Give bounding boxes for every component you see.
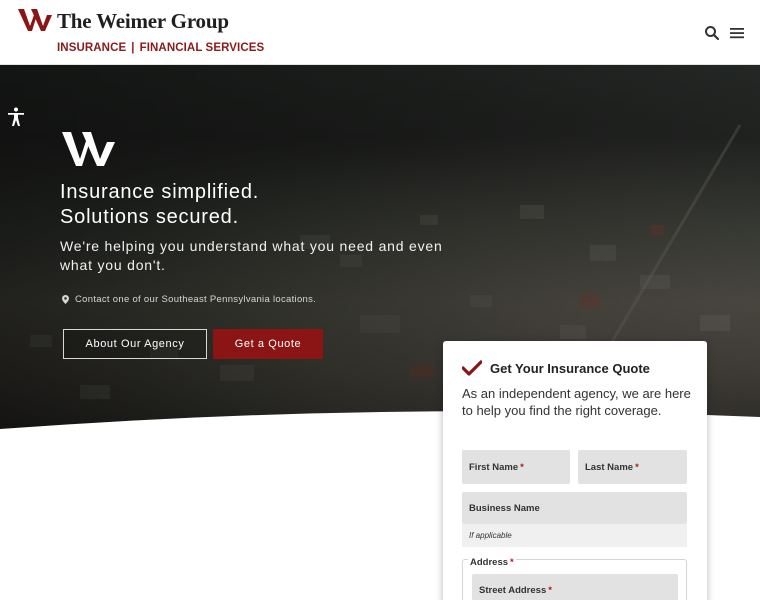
address-label: Address * <box>468 557 516 568</box>
first-name-label: First Name <box>469 461 519 473</box>
tagline-insurance: INSURANCE <box>57 42 127 54</box>
hero-headline-line2: Solutions secured. <box>60 206 239 228</box>
brand-tagline: INSURANCE | FINANCIAL SERVICES <box>57 42 264 54</box>
checkmark-icon <box>462 360 482 376</box>
required-mark: * <box>635 461 639 473</box>
tagline-separator: | <box>131 42 135 54</box>
street-address-field[interactable]: Street Address * <box>472 574 678 600</box>
business-name-field[interactable]: Business Name <box>462 492 687 524</box>
hero-w-logo-icon <box>62 132 115 166</box>
accessibility-icon[interactable] <box>5 106 27 128</box>
address-label-text: Address <box>470 557 509 568</box>
business-name-label: Business Name <box>469 502 540 514</box>
quote-form-title: Get Your Insurance Quote <box>462 360 650 376</box>
about-agency-button[interactable]: About Our Agency <box>63 329 207 359</box>
hero-headline-line1: Insurance simplified. <box>60 181 260 203</box>
quote-form-description: As an independent agency, we are here to… <box>462 386 691 418</box>
brand-name[interactable]: The Weimer Group <box>57 9 229 34</box>
hero-location[interactable]: Contact one of our Southeast Pennsylvani… <box>62 294 316 305</box>
hero-subheadline: We're helping you understand what you ne… <box>60 238 443 273</box>
hero-headline: Insurance simplified. Solutions secured. <box>60 180 360 230</box>
weimer-logo-icon[interactable] <box>18 9 52 31</box>
last-name-field[interactable]: Last Name * <box>578 450 687 484</box>
location-link-text[interactable]: Contact one of our Southeast Pennsylvani… <box>75 294 316 305</box>
quote-form-title-text: Get Your Insurance Quote <box>490 360 650 376</box>
required-mark: * <box>548 584 552 596</box>
site-header: The Weimer Group INSURANCE | FINANCIAL SER… <box>0 0 760 65</box>
required-mark: * <box>520 461 524 473</box>
last-name-label: Last Name <box>585 461 634 473</box>
business-name-help: If applicable <box>462 524 687 547</box>
address-fieldset: Address * Street Address * <box>462 557 687 600</box>
hamburger-menu-icon[interactable] <box>729 25 745 41</box>
street-address-label: Street Address <box>479 584 547 596</box>
get-quote-button[interactable]: Get a Quote <box>213 329 323 359</box>
tagline-financial: FINANCIAL SERVICES <box>139 42 265 54</box>
location-pin-icon <box>62 295 69 304</box>
search-icon[interactable] <box>704 25 720 41</box>
first-name-field[interactable]: First Name * <box>462 450 570 484</box>
quote-form-card: Get Your Insurance Quote As an independe… <box>443 341 707 600</box>
required-mark: * <box>510 557 514 568</box>
